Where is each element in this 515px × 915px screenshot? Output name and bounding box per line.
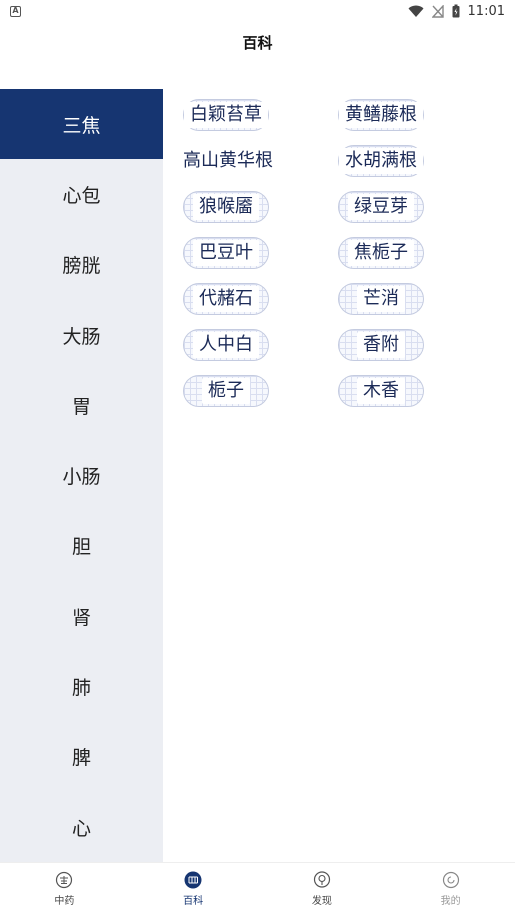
status-bar: A 11:01 [0, 0, 515, 22]
herb-tag[interactable]: 高山黄华根 [183, 145, 338, 177]
herb-tag[interactable]: 木香 [338, 375, 424, 407]
status-time: 11:01 [467, 3, 505, 19]
nav-tab-discover[interactable]: 发现 [258, 863, 387, 915]
herb-tag[interactable]: 水胡满根 [338, 145, 424, 177]
profile-icon [442, 871, 459, 889]
herb-grid: 白颖苔草 黄鳝藤根高山黄华根 水胡满根狼喉靥 绿豆芽巴豆叶 焦栀子代赭石 芒消人中白 香附栀… [183, 99, 493, 407]
herb-tag-label: 高山黄华根 [183, 148, 273, 174]
herb-tag-label: 人中白 [193, 332, 259, 358]
herb-tag[interactable]: 黄鳝藤根 [338, 99, 424, 131]
wifi-icon [408, 5, 424, 17]
herb-tag[interactable]: 代赭石 [183, 283, 269, 315]
nav-tab-encyclopedia[interactable]: 百科 [129, 863, 258, 915]
herb-tag[interactable]: 狼喉靥 [183, 191, 269, 223]
sidebar-item[interactable]: 膀胱 [0, 230, 163, 300]
nav-label-profile: 我的 [440, 896, 461, 907]
herb-tag[interactable]: 白颖苔草 [183, 99, 269, 131]
herb-content: 白颖苔草 黄鳝藤根高山黄华根 水胡满根狼喉靥 绿豆芽巴豆叶 焦栀子代赭石 芒消人中白 香附栀… [163, 89, 515, 862]
herb-tag[interactable]: 人中白 [183, 329, 269, 361]
herb-tag[interactable]: 巴豆叶 [183, 237, 269, 269]
herb-tag-label: 香附 [357, 332, 405, 358]
sidebar-item[interactable]: 胆 [0, 511, 163, 581]
herb-tag[interactable]: 绿豆芽 [338, 191, 424, 223]
encyclopedia-icon [184, 871, 202, 889]
herb-tag-label: 绿豆芽 [348, 194, 414, 220]
sidebar-item[interactable]: 肾 [0, 581, 163, 651]
herb-tag-label: 木香 [357, 378, 405, 404]
discover-icon [313, 871, 330, 888]
battery-icon [452, 4, 460, 18]
herb-tag-label: 巴豆叶 [193, 240, 259, 266]
sidebar-item[interactable]: 肺 [0, 651, 163, 721]
signal-icon [431, 4, 444, 18]
status-right: 11:01 [408, 4, 505, 19]
herb-tag[interactable]: 栀子 [183, 375, 269, 407]
nav-label-discover: 发现 [311, 896, 332, 907]
herb-tag[interactable]: 香附 [338, 329, 424, 361]
herb-tag-label: 黄鳝藤根 [339, 102, 423, 128]
nav-tab-profile[interactable]: 我的 [386, 863, 515, 915]
herb-tag[interactable]: 芒消 [338, 283, 424, 315]
herb-tag-label: 焦栀子 [348, 240, 414, 266]
sidebar-item[interactable]: 心 [0, 792, 163, 862]
herb-tag[interactable]: 焦栀子 [338, 237, 424, 269]
page-header: 百科 [0, 22, 515, 62]
app-root: A 11:01 百科 三焦 心包 膀胱 大肠胃小肠胆肾肺脾心 白颖苔草 黄鳝藤根高山黄华… [0, 0, 515, 915]
sidebar-item[interactable]: 胃 [0, 370, 163, 440]
sidebar-item[interactable]: 三焦 [0, 89, 163, 160]
herb-tag-label: 水胡满根 [339, 148, 423, 174]
herb-icon [56, 871, 73, 889]
sidebar-item[interactable]: 大肠 [0, 300, 163, 370]
herb-tag-label: 芒消 [357, 286, 405, 312]
bottom-nav: 中药 百科 发现 我的 [0, 862, 515, 915]
herb-tag-label: 栀子 [202, 378, 250, 404]
herb-tag-label: 代赭石 [193, 286, 259, 312]
nav-label-herbs: 中药 [54, 896, 75, 907]
sidebar-item[interactable]: 小肠 [0, 440, 163, 510]
herb-tag-label: 白颖苔草 [184, 102, 268, 128]
sidebar-item[interactable]: 脾 [0, 722, 163, 792]
page-title: 百科 [242, 33, 273, 52]
herb-tag-label: 狼喉靥 [193, 194, 259, 220]
status-left: A [10, 5, 21, 17]
nav-tab-herbs[interactable]: 中药 [0, 863, 129, 915]
notification-a-icon: A [10, 5, 21, 17]
nav-label-encyclopedia: 百科 [183, 896, 204, 907]
meridian-sidebar[interactable]: 三焦 心包 膀胱 大肠胃小肠胆肾肺脾心 [0, 89, 163, 862]
sidebar-item[interactable]: 心包 [0, 159, 163, 229]
